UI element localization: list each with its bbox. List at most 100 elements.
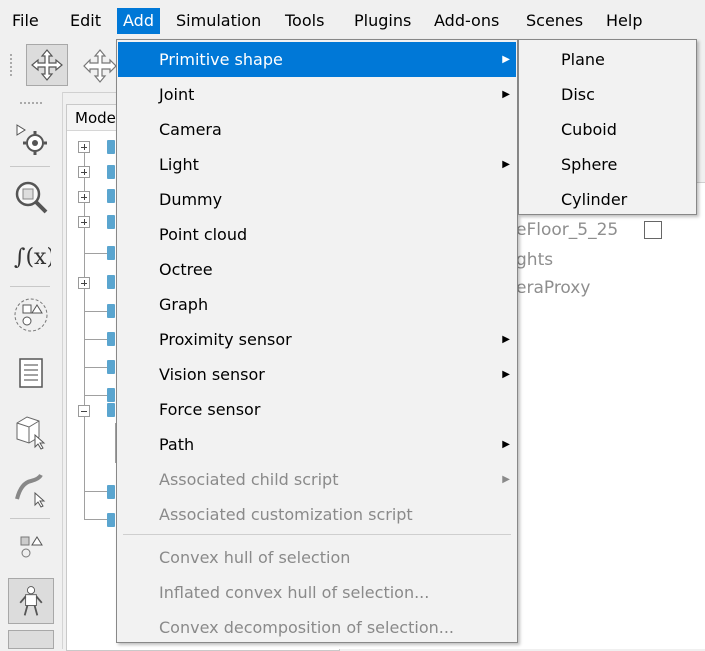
- add-menu-item-proximity-sensor[interactable]: Proximity sensor ▶: [118, 322, 516, 357]
- menu-plugins[interactable]: Plugins: [348, 8, 417, 34]
- menu-item-label: Vision sensor: [159, 365, 265, 384]
- object-icon: [107, 275, 115, 289]
- tree-line: [85, 367, 109, 368]
- path-cursor-icon: [15, 473, 46, 508]
- add-menu-item-associated-child-script[interactable]: Associated child script ▶: [118, 462, 516, 497]
- menu-item-label: Primitive shape: [159, 50, 283, 69]
- zoom-button[interactable]: [8, 174, 54, 220]
- object-icon: [107, 165, 115, 179]
- play-gear-icon: [16, 124, 47, 155]
- menu-scenes[interactable]: Scenes: [520, 8, 589, 34]
- menu-tools[interactable]: Tools: [279, 8, 330, 34]
- tree-line: [85, 253, 109, 254]
- left-toolbar: ∫(x): [0, 92, 63, 649]
- object-icon: [107, 388, 115, 402]
- script-icon[interactable]: [644, 221, 662, 239]
- toolbar-grip-icon: [10, 54, 16, 76]
- menu-add-ons[interactable]: Add-ons: [428, 8, 505, 34]
- primitive-plane[interactable]: Plane: [520, 42, 695, 77]
- add-menu-item-dummy[interactable]: Dummy: [118, 182, 516, 217]
- object-icon: [107, 403, 115, 417]
- rotate-arrows-icon: [83, 49, 116, 83]
- object-icon: [107, 246, 115, 260]
- menu-item-label: Path: [159, 435, 195, 454]
- menu-item-label: Joint: [159, 85, 195, 104]
- path-edit-button[interactable]: [8, 466, 54, 512]
- primitive-shape-submenu: Plane Disc Cuboid Sphere Cylinder: [518, 39, 697, 215]
- add-menu-item-force-sensor[interactable]: Force sensor: [118, 392, 516, 427]
- more-tools-icon[interactable]: [8, 630, 54, 649]
- rotate-camera-button[interactable]: [80, 46, 116, 86]
- add-menu-item-inflated-convex-hull-of-selection[interactable]: Inflated convex hull of selection...: [118, 575, 516, 610]
- model-browser-button[interactable]: [8, 292, 54, 338]
- move-camera-button[interactable]: [26, 44, 68, 86]
- menu-simulation[interactable]: Simulation: [170, 8, 267, 34]
- primitive-cuboid[interactable]: Cuboid: [520, 112, 695, 147]
- submenu-arrow-icon: ▶: [502, 334, 510, 345]
- primitive-disc[interactable]: Disc: [520, 77, 695, 112]
- shape-edit-button[interactable]: [8, 524, 54, 570]
- collapse-toggle[interactable]: [78, 405, 90, 417]
- add-menu-item-path[interactable]: Path ▶: [118, 427, 516, 462]
- expand-toggle[interactable]: [78, 166, 90, 178]
- menu-separator: [123, 534, 511, 535]
- cube-cursor-icon: [16, 416, 46, 450]
- add-menu-item-joint[interactable]: Joint ▶: [118, 77, 516, 112]
- robot-figure-icon: [19, 586, 43, 616]
- object-icon: [107, 304, 115, 318]
- magnifier-icon: [15, 181, 48, 214]
- object-selection-button[interactable]: [8, 408, 54, 454]
- menu-add[interactable]: Add: [117, 8, 160, 34]
- tree-line: [85, 519, 109, 520]
- primitive-cylinder[interactable]: Cylinder: [520, 182, 695, 217]
- shapes-circle-icon: [14, 298, 48, 332]
- menu-item-label: Light: [159, 155, 199, 174]
- add-menu-item-associated-customization-script[interactable]: Associated customization script: [118, 497, 516, 532]
- expand-toggle[interactable]: [78, 191, 90, 203]
- menu-edit[interactable]: Edit: [64, 8, 107, 34]
- submenu-arrow-icon: ▶: [502, 369, 510, 380]
- object-icon: [107, 513, 115, 527]
- scene-row[interactable]: ghts: [516, 250, 553, 270]
- tree-line: [85, 339, 109, 340]
- add-menu-item-primitive-shape[interactable]: Primitive shape ▶: [118, 42, 516, 77]
- tree-line: [85, 311, 109, 312]
- add-menu-item-vision-sensor[interactable]: Vision sensor ▶: [118, 357, 516, 392]
- add-menu-item-octree[interactable]: Octree: [118, 252, 516, 287]
- expand-toggle[interactable]: [78, 216, 90, 228]
- primitive-sphere[interactable]: Sphere: [520, 147, 695, 182]
- add-menu-item-convex-hull-of-selection[interactable]: Convex hull of selection: [118, 540, 516, 575]
- object-icon: [107, 215, 115, 229]
- tree-line: [85, 395, 109, 396]
- menu-item-label: Convex decomposition of selection...: [159, 618, 454, 637]
- svg-text:∫(x): ∫(x): [14, 245, 51, 270]
- menu-item-label: Point cloud: [159, 225, 248, 244]
- menu-help[interactable]: Help: [600, 8, 648, 34]
- function-icon: ∫(x): [14, 245, 51, 270]
- user-interface-button[interactable]: [8, 578, 54, 624]
- submenu-arrow-icon: ▶: [502, 89, 510, 100]
- submenu-arrow-icon: ▶: [502, 54, 510, 65]
- add-menu-item-graph[interactable]: Graph: [118, 287, 516, 322]
- scene-hierarchy-button[interactable]: [8, 350, 54, 396]
- add-menu-item-point-cloud[interactable]: Point cloud: [118, 217, 516, 252]
- add-menu-item-convex-decomposition-of-selection[interactable]: Convex decomposition of selection...: [118, 610, 516, 645]
- menu-file[interactable]: File: [6, 8, 45, 34]
- menu-bar: File Edit Add Simulation Tools Plugins A…: [0, 0, 705, 37]
- menu-item-label: Graph: [159, 295, 209, 314]
- toolbar-grip-icon: [20, 102, 42, 108]
- expand-toggle[interactable]: [78, 277, 90, 289]
- add-menu-item-camera[interactable]: Camera: [118, 112, 516, 147]
- menu-item-label: Proximity sensor: [159, 330, 292, 349]
- shapes-icon: [20, 536, 43, 558]
- add-menu-item-light[interactable]: Light ▶: [118, 147, 516, 182]
- expand-toggle[interactable]: [78, 141, 90, 153]
- scene-row[interactable]: eraProxy: [516, 278, 590, 298]
- object-icon: [107, 140, 115, 154]
- menu-item-label: Inflated convex hull of selection...: [159, 583, 430, 602]
- scene-row[interactable]: eFloor_5_25: [516, 220, 618, 240]
- simulation-settings-button[interactable]: [8, 114, 54, 160]
- calculation-modules-button[interactable]: ∫(x): [8, 232, 54, 278]
- menu-item-label: Dummy: [159, 190, 223, 209]
- object-icon: [107, 189, 115, 203]
